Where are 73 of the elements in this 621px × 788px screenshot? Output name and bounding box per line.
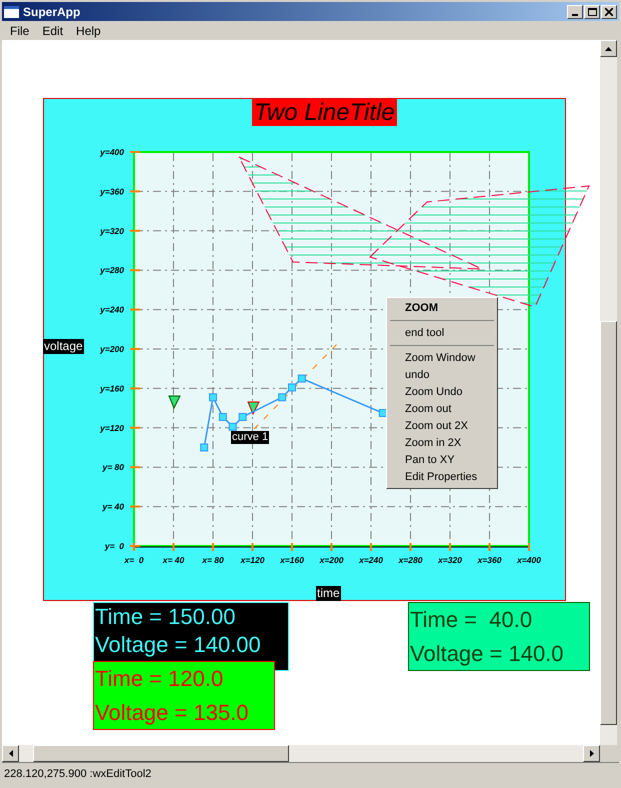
up-arrow-icon: [605, 46, 612, 50]
menu-item[interactable]: Edit: [36, 22, 70, 40]
y-tick-label: y=160: [100, 383, 124, 394]
scroll-thumb[interactable]: [33, 745, 289, 762]
window-title: SuperApp: [23, 4, 82, 20]
maximize-button[interactable]: [584, 4, 600, 18]
menu-item[interactable]: Edit Properties: [387, 469, 497, 486]
y-tick-label: y=360: [100, 186, 124, 196]
plot-title: Two LineTitle: [252, 99, 397, 126]
y-tick-label: y=320: [100, 226, 124, 236]
point-marker: [288, 383, 296, 392]
menu-item[interactable]: Zoom Window: [387, 350, 497, 367]
menu-item[interactable]: Help: [70, 22, 107, 40]
x-tick-label: x=320: [438, 555, 462, 565]
app-icon: [4, 6, 19, 18]
menu-item[interactable]: Zoom in 2X: [387, 435, 497, 452]
x-tick-label: x=200: [320, 555, 344, 565]
vertical-scrollbar[interactable]: [600, 40, 617, 745]
readout-text: Voltage = 140.0: [410, 640, 565, 668]
readout-text: Voltage = 135.0: [95, 699, 250, 727]
scroll-left-button[interactable]: [2, 745, 19, 762]
triangle-marker-icon: [247, 402, 260, 416]
y-tick-label: y= 40: [102, 502, 124, 512]
scroll-thumb[interactable]: [600, 321, 617, 725]
x-tick-label: x=360: [478, 555, 502, 565]
point-marker: [278, 393, 286, 402]
x-tick-label: x= 0: [124, 555, 144, 565]
y-tick-label: y=120: [100, 422, 124, 433]
readout-text: Time = 40.0: [410, 606, 534, 634]
point-marker: [209, 393, 217, 402]
x-tick-label: x= 80: [202, 555, 224, 565]
status-text: 228.120,275.900 :wxEditTool2: [3, 767, 152, 782]
y-tick-label: y= 0: [104, 541, 124, 551]
point-marker: [228, 422, 237, 431]
close-button[interactable]: [601, 4, 617, 18]
readout-text: Voltage = 140.00: [95, 631, 262, 659]
menu-item[interactable]: Pan to XY: [387, 452, 497, 469]
point-marker: [378, 409, 387, 418]
x-tick-label: x=240: [359, 555, 383, 565]
y-tick-label: y=200: [100, 344, 124, 354]
readout-text: Time = 150.00: [95, 603, 236, 631]
left-arrow-icon: [8, 750, 12, 757]
y-tick-label: y=400: [100, 147, 124, 157]
x-tick-label: x= 40: [162, 555, 184, 565]
triangle-marker-icon: [168, 396, 181, 410]
menu-item[interactable]: undo: [387, 367, 497, 384]
y-tick-label: y=240: [100, 304, 124, 315]
x-tick-label: x=400: [517, 555, 541, 565]
y-tick-label: y= 80: [102, 462, 124, 472]
menu-item[interactable]: Zoom out 2X: [387, 418, 497, 435]
x-tick-label: x=160: [280, 555, 304, 565]
x-axis-label: time: [316, 586, 341, 601]
menu-item[interactable]: Zoom out: [387, 401, 497, 418]
readout-text: Time = 120.0: [95, 665, 224, 693]
point-marker: [218, 412, 227, 421]
menu-header: ZOOM: [404, 301, 439, 316]
menu-item[interactable]: end tool: [387, 325, 497, 342]
right-arrow-icon: [590, 750, 594, 757]
horizontal-scrollbar[interactable]: [2, 745, 600, 762]
point-marker: [200, 444, 208, 452]
series-label: curve 1: [231, 431, 270, 444]
menu-item[interactable]: File: [4, 22, 36, 40]
point-marker: [298, 374, 306, 383]
close-icon: [605, 8, 613, 16]
y-axis-label: voltage: [43, 339, 84, 354]
minimize-button[interactable]: [567, 4, 583, 18]
scroll-up-button[interactable]: [600, 40, 617, 57]
y-tick-label: y=280: [100, 265, 124, 276]
point-marker: [238, 412, 247, 421]
scroll-right-button[interactable]: [583, 745, 600, 762]
x-tick-label: x=120: [240, 555, 264, 565]
x-tick-label: x=280: [398, 555, 422, 565]
menu-item[interactable]: Zoom Undo: [387, 384, 497, 401]
